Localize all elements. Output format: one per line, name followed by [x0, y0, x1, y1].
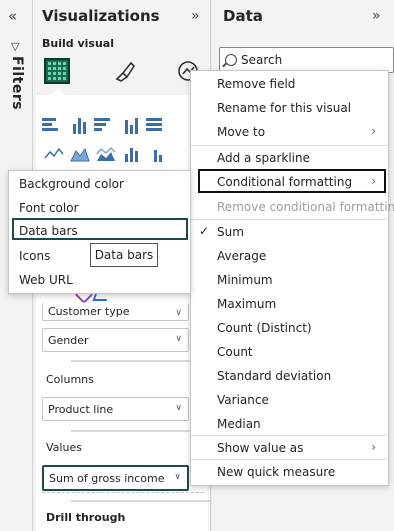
menu-item-rename-for-visual[interactable]: Rename for this visual — [217, 101, 351, 115]
submenu-item-data-bars[interactable]: Data bars — [19, 224, 78, 238]
clustered-bar-chart-icon[interactable] — [94, 115, 117, 137]
gender-field-well[interactable]: Gender ∨ — [42, 328, 189, 352]
menu-item-minimum[interactable]: Minimum — [217, 273, 273, 287]
data-title: Data — [223, 7, 263, 25]
menu-item-show-value-as[interactable]: Show value as — [217, 441, 303, 455]
gender-label: Gender — [48, 333, 89, 347]
chevron-right-icon: › — [371, 440, 376, 454]
customer-type-label: Customer type — [48, 305, 130, 318]
visualizations-title: Visualizations — [42, 7, 160, 25]
submenu-item-font-color[interactable]: Font color — [19, 201, 79, 215]
submenu-item-icons[interactable]: Icons — [19, 249, 50, 263]
search-icon — [225, 54, 237, 66]
field-context-menu: Remove field Rename for this visual Move… — [190, 70, 394, 486]
menu-item-move-to[interactable]: Move to — [217, 125, 265, 139]
chevron-down-icon[interactable]: ∨ — [175, 308, 182, 318]
menu-item-median[interactable]: Median — [217, 417, 261, 431]
collapse-data-icon[interactable]: » — [372, 8, 381, 24]
data-bars-tooltip: Data bars — [90, 243, 158, 267]
build-visual-table-icon[interactable] — [42, 56, 72, 86]
stacked-bar-chart-icon[interactable] — [42, 115, 65, 137]
submenu-item-background-color[interactable]: Background color — [19, 177, 124, 191]
visual-gallery-row-2 — [42, 143, 169, 165]
menu-item-remove-conditional-formatting: Remove conditional formatting — [217, 200, 394, 214]
collapse-visualizations-icon[interactable]: » — [191, 8, 200, 24]
stacked-column-chart-icon[interactable] — [68, 115, 91, 137]
clustered-column-chart-icon[interactable] — [120, 115, 143, 137]
menu-item-average[interactable]: Average — [217, 249, 266, 263]
format-visual-icon[interactable] — [110, 56, 140, 86]
menu-item-count-distinct[interactable]: Count (Distinct) — [217, 321, 312, 335]
drill-through-label: Drill through — [46, 511, 126, 524]
line-column-chart-icon[interactable] — [120, 143, 143, 165]
product-line-label: Product line — [48, 402, 114, 416]
chevron-right-icon: › — [371, 124, 376, 138]
sum-of-gross-income-label: Sum of gross income — [49, 471, 165, 485]
menu-item-standard-deviation[interactable]: Standard deviation — [217, 369, 331, 383]
menu-item-remove-field[interactable]: Remove field — [217, 77, 295, 91]
conditional-formatting-submenu: Background color Font color Data bars Ic… — [8, 170, 191, 294]
visual-gallery-row-1 — [42, 115, 169, 137]
menu-item-add-sparkline[interactable]: Add a sparkline — [217, 151, 310, 165]
menu-item-variance[interactable]: Variance — [217, 393, 269, 407]
values-section-label: Values — [46, 441, 82, 454]
checkmark-icon: ✓ — [199, 224, 210, 238]
selected-caret — [51, 88, 65, 95]
chevron-down-icon[interactable]: ∨ — [175, 403, 182, 413]
drop-zone-divider — [42, 492, 204, 493]
sum-of-gross-income-field-well[interactable]: Sum of gross income ∨ — [42, 465, 189, 491]
menu-item-count[interactable]: Count — [217, 345, 253, 359]
chevron-right-icon: › — [371, 174, 376, 188]
menu-item-sum[interactable]: Sum — [217, 225, 244, 239]
ribbon-chart-icon[interactable] — [146, 143, 169, 165]
search-placeholder: Search — [241, 53, 283, 67]
area-chart-icon[interactable] — [68, 143, 91, 165]
filters-label[interactable]: Filters — [9, 56, 25, 110]
100-stacked-bar-chart-icon[interactable] — [146, 115, 169, 137]
menu-separator — [191, 219, 388, 220]
menu-separator — [191, 435, 388, 436]
customer-type-field-well[interactable]: Customer type ∨ — [42, 303, 189, 321]
menu-separator — [191, 459, 388, 460]
columns-section-label: Columns — [46, 373, 94, 386]
submenu-item-web-url[interactable]: Web URL — [19, 273, 73, 287]
stacked-area-chart-icon[interactable] — [94, 143, 117, 165]
expand-filters-icon[interactable]: « — [8, 7, 17, 25]
menu-item-new-quick-measure[interactable]: New quick measure — [217, 465, 335, 479]
menu-separator — [191, 145, 388, 146]
line-chart-icon[interactable] — [42, 143, 65, 165]
chevron-down-icon[interactable]: ∨ — [174, 472, 181, 482]
filter-funnel-icon: ▽ — [11, 40, 20, 53]
product-line-field-well[interactable]: Product line ∨ — [42, 397, 189, 421]
menu-item-conditional-formatting[interactable]: Conditional formatting — [217, 175, 352, 189]
chevron-down-icon[interactable]: ∨ — [175, 334, 182, 344]
build-visual-label: Build visual — [42, 37, 114, 50]
menu-item-maximum[interactable]: Maximum — [217, 297, 276, 311]
